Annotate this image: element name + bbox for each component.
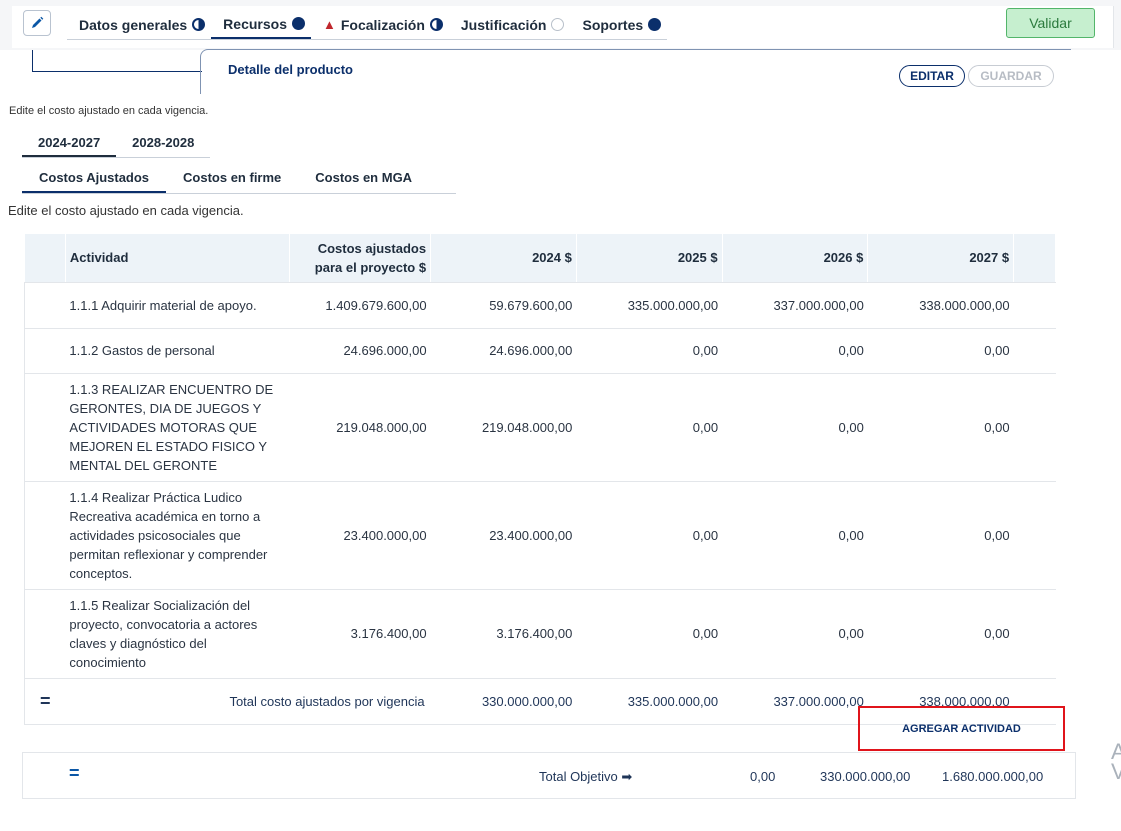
pencil-icon bbox=[32, 16, 44, 28]
activity-cell: 1.1.5 Realizar Socialización del proyect… bbox=[65, 589, 290, 679]
header-costos-ajustados: Costos ajustados para el proyecto $ bbox=[289, 234, 432, 283]
full-status-icon bbox=[291, 17, 305, 30]
section-nav-tabs: Datos generales Recursos ▲ Focalización … bbox=[67, 12, 668, 40]
equals-icon: = bbox=[24, 678, 66, 725]
year-2027-cell: 0,00 bbox=[867, 589, 1014, 679]
tab-datos-generales[interactable]: Datos generales bbox=[67, 12, 211, 39]
table-row: 1.1.4 Realizar Práctica Ludico Recreativ… bbox=[24, 481, 1056, 590]
warning-icon: ▲ bbox=[322, 17, 336, 32]
header-2025: 2025 $ bbox=[576, 234, 723, 283]
year-2025-cell: 0,00 bbox=[576, 481, 723, 590]
objective-value-2: 330.000.000,00 bbox=[820, 769, 911, 784]
total-cost-cell: 3.176.400,00 bbox=[289, 589, 431, 679]
tab-label: Soportes bbox=[582, 16, 644, 33]
objective-value-1: 0,00 bbox=[750, 769, 776, 784]
year-2025-cell: 0,00 bbox=[576, 589, 723, 679]
year-2026-cell: 0,00 bbox=[722, 373, 868, 482]
full-status-icon bbox=[648, 18, 662, 31]
year-2026-cell: 0,00 bbox=[722, 481, 868, 590]
year-2027-cell: 338.000.000,00 bbox=[867, 282, 1014, 329]
half-status-icon bbox=[429, 18, 443, 31]
header-2027: 2027 $ bbox=[867, 234, 1015, 283]
total-cost-cell: 219.048.000,00 bbox=[289, 373, 431, 482]
tab-label: Recursos bbox=[223, 15, 287, 32]
clipped-overlay-text: AV bbox=[1111, 739, 1121, 784]
year-2027-cell: 0,00 bbox=[867, 481, 1014, 590]
empty-status-icon bbox=[551, 18, 565, 31]
table-row: 1.1.2 Gastos de personal 24.696.000,00 2… bbox=[24, 328, 1056, 374]
add-activity-label: AGREGAR ACTIVIDAD bbox=[902, 722, 1021, 735]
year-2025-cell: 0,00 bbox=[576, 328, 723, 374]
total-2026-cell: 337.000.000,00 bbox=[722, 678, 868, 725]
header-2026: 2026 $ bbox=[722, 234, 869, 283]
save-button[interactable]: GUARDAR bbox=[968, 65, 1054, 87]
period-tabs: 2024-2027 2028-2028 bbox=[22, 132, 211, 158]
header-actividad: Actividad bbox=[65, 234, 291, 283]
year-2025-cell: 0,00 bbox=[576, 373, 723, 482]
tab-focalizacion[interactable]: ▲ Focalización bbox=[311, 12, 449, 39]
equals-icon: = bbox=[69, 763, 80, 783]
validate-button[interactable]: Validar bbox=[1006, 8, 1095, 38]
activity-cell: 1.1.4 Realizar Práctica Ludico Recreativ… bbox=[65, 481, 290, 590]
year-2024-cell: 23.400.000,00 bbox=[430, 481, 577, 590]
header-2024: 2024 $ bbox=[430, 234, 577, 283]
tree-connector bbox=[32, 50, 33, 72]
total-cost-cell: 23.400.000,00 bbox=[289, 481, 431, 590]
tab-soportes[interactable]: Soportes bbox=[570, 12, 667, 39]
tree-connector bbox=[32, 71, 202, 72]
edit-button[interactable]: EDITAR bbox=[899, 65, 965, 87]
tab-period-2024-2027[interactable]: 2024-2027 bbox=[22, 132, 117, 157]
half-status-icon bbox=[192, 18, 206, 31]
total-2025-cell: 335.000.000,00 bbox=[576, 678, 723, 725]
total-row-label: Total costo ajustados por vigencia bbox=[65, 678, 431, 725]
year-2024-cell: 3.176.400,00 bbox=[430, 589, 577, 679]
tab-period-2028-2028[interactable]: 2028-2028 bbox=[116, 132, 210, 157]
activity-cell: 1.1.1 Adquirir material de apoyo. bbox=[65, 282, 290, 329]
pencil-edit-button[interactable] bbox=[23, 10, 51, 36]
tab-costos-en-mga[interactable]: Costos en MGA bbox=[298, 166, 429, 193]
year-2025-cell: 335.000.000,00 bbox=[576, 282, 723, 329]
total-cost-cell: 1.409.679.600,00 bbox=[289, 282, 431, 329]
total-2024-cell: 330.000.000,00 bbox=[430, 678, 577, 725]
activity-cell: 1.1.3 REALIZAR ENCUENTRO DE GERONTES, DI… bbox=[65, 373, 290, 482]
tab-costos-ajustados[interactable]: Costos Ajustados bbox=[22, 166, 167, 193]
tab-label: Focalización bbox=[340, 16, 425, 33]
total-cost-cell: 24.696.000,00 bbox=[289, 328, 431, 374]
table-header-row: Actividad Costos ajustados para el proye… bbox=[24, 234, 1056, 283]
year-2026-cell: 337.000.000,00 bbox=[722, 282, 868, 329]
year-2027-cell: 0,00 bbox=[867, 373, 1014, 482]
year-2026-cell: 0,00 bbox=[722, 328, 868, 374]
objective-total-row: = Total Objetivo ➡ 0,00 330.000.000,00 1… bbox=[22, 752, 1076, 799]
header-gutter bbox=[24, 234, 66, 283]
year-2027-cell: 0,00 bbox=[867, 328, 1014, 374]
tab-label: Justificación bbox=[460, 16, 547, 33]
edit-hint: Edite el costo ajustado en cada vigencia… bbox=[9, 105, 209, 117]
table-row: 1.1.5 Realizar Socialización del proyect… bbox=[24, 589, 1056, 679]
tab-label: Datos generales bbox=[79, 16, 188, 33]
year-2026-cell: 0,00 bbox=[722, 589, 868, 679]
tab-justificacion[interactable]: Justificación bbox=[449, 12, 571, 39]
table-row: 1.1.1 Adquirir material de apoyo. 1.409.… bbox=[24, 282, 1056, 329]
year-2024-cell: 219.048.000,00 bbox=[430, 373, 577, 482]
activity-cell: 1.1.2 Gastos de personal bbox=[65, 328, 290, 374]
objective-total-label: Total Objetivo ➡ bbox=[539, 769, 633, 784]
cost-table: Actividad Costos ajustados para el proye… bbox=[24, 234, 1056, 725]
cost-type-tabs: Costos Ajustados Costos en firme Costos … bbox=[22, 166, 456, 194]
tab-costos-en-firme[interactable]: Costos en firme bbox=[166, 166, 298, 193]
table-row: 1.1.3 REALIZAR ENCUENTRO DE GERONTES, DI… bbox=[24, 373, 1056, 482]
header-end bbox=[1013, 234, 1056, 283]
year-2024-cell: 59.679.600,00 bbox=[430, 282, 577, 329]
cost-hint: Edite el costo ajustado en cada vigencia… bbox=[8, 203, 244, 218]
product-detail-title: Detalle del producto bbox=[228, 62, 353, 77]
year-2024-cell: 24.696.000,00 bbox=[430, 328, 577, 374]
tab-recursos[interactable]: Recursos bbox=[211, 12, 311, 39]
objective-value-3: 1.680.000.000,00 bbox=[942, 769, 1044, 784]
add-activity-button[interactable]: AGREGAR ACTIVIDAD bbox=[858, 706, 1065, 751]
